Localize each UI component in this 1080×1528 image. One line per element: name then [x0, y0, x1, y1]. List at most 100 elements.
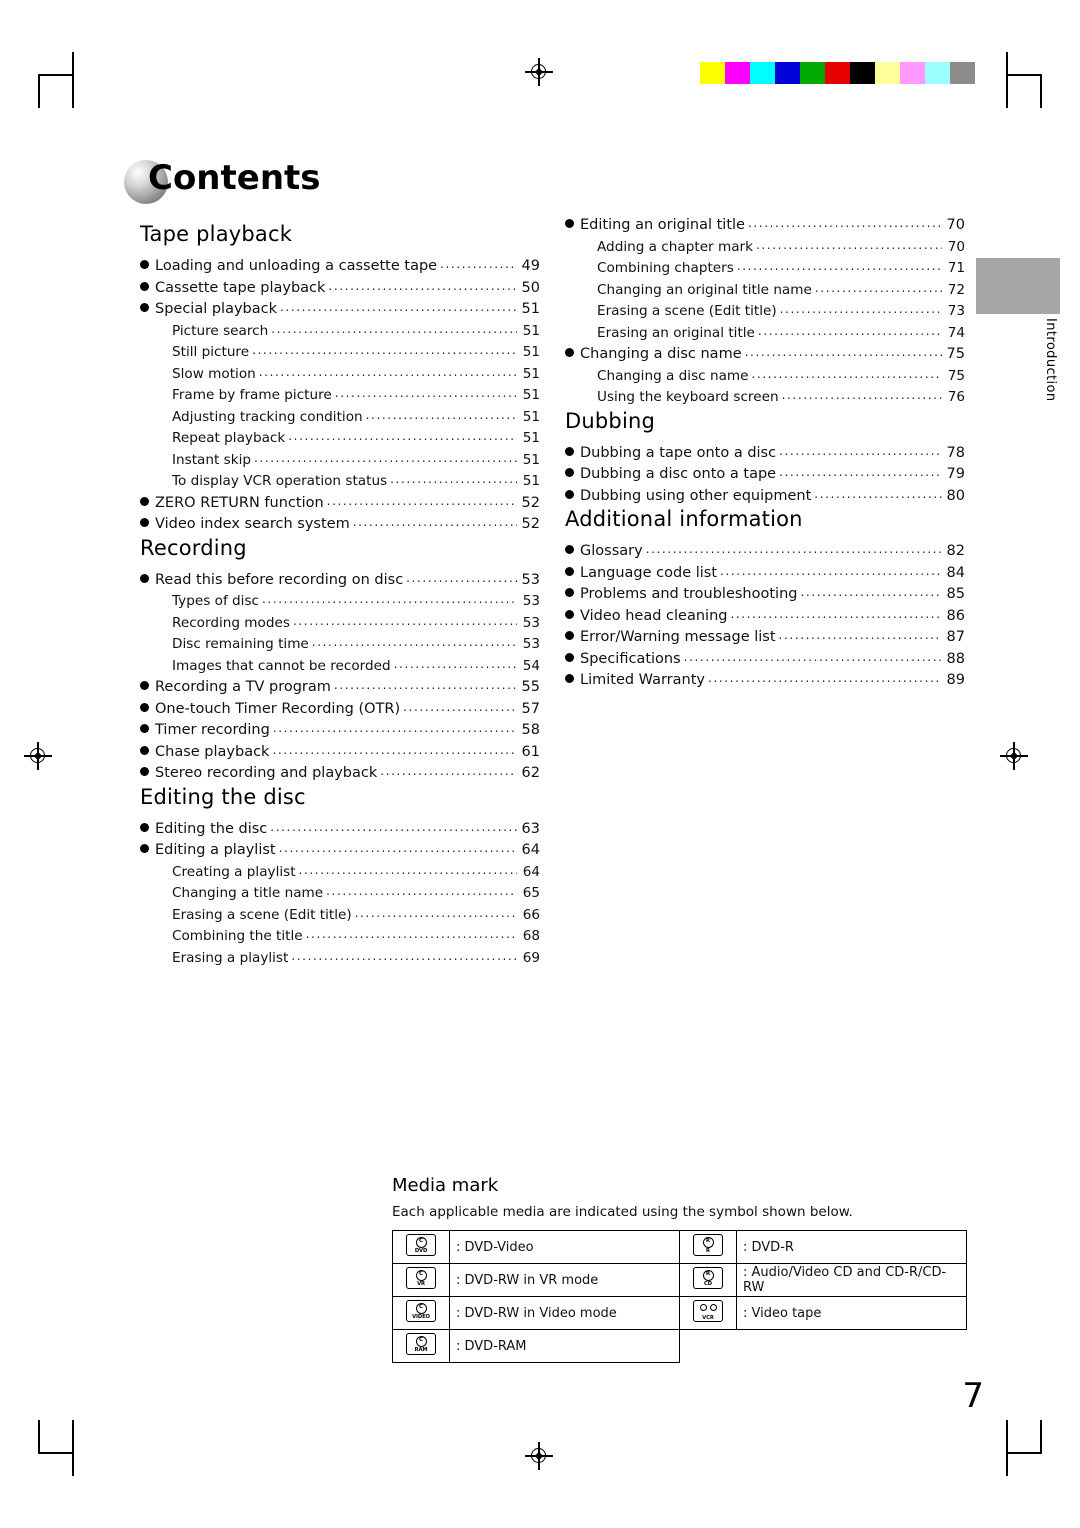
toc-entry[interactable]: Specifications..........................… — [565, 649, 965, 671]
toc-entry[interactable]: Glossary................................… — [565, 541, 965, 563]
toc-entry[interactable]: Dubbing using other equipment...........… — [565, 486, 965, 508]
toc-entry[interactable]: Recording modes.........................… — [140, 613, 540, 635]
toc-entry[interactable]: ZERO RETURN function....................… — [140, 493, 540, 515]
toc-entry[interactable]: Video index search system...............… — [140, 514, 540, 536]
bullet-icon — [140, 681, 149, 690]
media-icon-top-label: R — [702, 1236, 714, 1248]
media-label-cell: : DVD-RW in Video mode — [449, 1296, 680, 1330]
toc-entry[interactable]: Erasing a playlist......................… — [140, 948, 540, 970]
toc-section-heading: Editing the disc — [140, 784, 306, 809]
disc-circle-icon: C — [407, 1302, 435, 1314]
toc-entry-page: 84 — [946, 564, 965, 581]
toc-leader-dots: ........................................… — [800, 585, 942, 599]
toc-entry[interactable]: Error/Warning message list..............… — [565, 627, 965, 649]
media-icon-label: VCR — [702, 1314, 714, 1321]
toc-entry-label: Loading and unloading a cassette tape — [155, 258, 438, 274]
toc-entry[interactable]: Picture search..........................… — [140, 321, 540, 343]
bullet-icon — [565, 489, 574, 499]
toc-entry[interactable]: Language code list......................… — [565, 563, 965, 585]
toc-entry[interactable]: Dubbing a tape onto a disc..............… — [565, 443, 965, 465]
disc-circle-icon: C — [407, 1335, 435, 1347]
toc-entry-label: Video index search system — [155, 516, 350, 532]
toc-entry[interactable]: Adding a chapter mark...................… — [565, 237, 965, 259]
toc-entry[interactable]: Limited Warranty........................… — [565, 670, 965, 692]
toc-entry[interactable]: Combining the title.....................… — [140, 926, 540, 948]
toc-entry[interactable]: Editing a playlist......................… — [140, 840, 540, 862]
toc-entry-page: 51 — [522, 408, 540, 425]
toc-entry-label: Read this before recording on disc — [155, 571, 404, 588]
toc-entry[interactable]: Problems and troubleshooting............… — [565, 584, 965, 606]
toc-entry-label: Stereo recording and playback — [155, 765, 378, 781]
toc-entry[interactable]: Types of disc...........................… — [140, 591, 540, 613]
media-label-cell: : Audio/Video CD and CD-R/CD-RW — [736, 1263, 967, 1297]
toc-entry[interactable]: Frame by frame picture..................… — [140, 385, 540, 407]
toc-entry-page: 61 — [521, 743, 540, 760]
toc-entry[interactable]: Recording a TV program..................… — [140, 677, 540, 699]
toc-entry-label: Dubbing a tape onto a disc — [580, 444, 777, 461]
toc-entry-page: 52 — [521, 516, 540, 532]
toc-leader-dots: ........................................… — [333, 678, 517, 692]
toc-entry[interactable]: Repeat playback.........................… — [140, 428, 540, 450]
toc-entry[interactable]: Changing a title name...................… — [140, 883, 540, 905]
toc-entry[interactable]: To display VCR operation status.........… — [140, 471, 540, 493]
toc-entry-page: 53 — [522, 593, 540, 609]
toc-entry[interactable]: Erasing a scene (Edit title)............… — [565, 301, 965, 323]
media-label-cell: : DVD-RAM — [449, 1329, 680, 1363]
media-mark-description: Each applicable media are indicated usin… — [392, 1204, 853, 1220]
media-mark-table: C DVD: DVD-Video R R: DVD-R C VR: DVD-RW in V… — [392, 1230, 967, 1363]
toc-entry-label: Specifications — [580, 650, 681, 667]
toc-entry[interactable]: Erasing an original title...............… — [565, 323, 965, 345]
toc-entry-label: Editing the disc — [155, 820, 268, 837]
disc-circle-icon: R — [694, 1269, 722, 1281]
toc-entry[interactable]: Video head cleaning.....................… — [565, 606, 965, 628]
toc-entry[interactable]: Stereo recording and playback...........… — [140, 763, 540, 785]
toc-entry[interactable]: Dubbing a disc onto a tape..............… — [565, 464, 965, 486]
toc-leader-dots: ........................................… — [298, 862, 517, 877]
toc-leader-dots: ........................................… — [352, 515, 517, 529]
toc-entry[interactable]: Instant skip............................… — [140, 450, 540, 472]
toc-entry-label: To display VCR operation status — [172, 473, 388, 489]
toc-entry-page: 71 — [947, 260, 965, 276]
toc-leader-dots: ........................................… — [252, 343, 517, 357]
empty-cell — [737, 1330, 967, 1363]
toc-entry-page: 75 — [946, 346, 965, 362]
toc-entry[interactable]: Editing an original title...............… — [565, 215, 965, 237]
toc-entry[interactable]: Cassette tape playback..................… — [140, 278, 540, 300]
toc-entry[interactable]: Special playback........................… — [140, 299, 540, 321]
toc-entry[interactable]: Changing an original title name.........… — [565, 280, 965, 302]
toc-entry[interactable]: Adjusting tracking condition............… — [140, 407, 540, 429]
toc-entry[interactable]: Editing the disc........................… — [140, 819, 540, 841]
toc-entry-page: 78 — [946, 444, 965, 461]
toc-leader-dots: ........................................… — [814, 486, 942, 501]
toc-entry[interactable]: Read this before recording on disc......… — [140, 570, 540, 592]
toc-entry[interactable]: Still picture...........................… — [140, 342, 540, 364]
toc-leader-dots: ........................................… — [288, 429, 517, 443]
toc-entry-page: 63 — [521, 820, 540, 837]
toc-entry[interactable]: Changing a disc name....................… — [565, 366, 965, 388]
tape-reels-icon — [694, 1304, 722, 1311]
toc-entry[interactable]: Erasing a scene (Edit title)............… — [140, 905, 540, 927]
toc-entry[interactable]: One-touch Timer Recording (OTR).........… — [140, 699, 540, 721]
toc-leader-dots: ........................................… — [751, 366, 942, 381]
toc-entry-page: 74 — [947, 324, 965, 341]
bullet-icon — [565, 588, 574, 597]
toc-entry[interactable]: Slow motion.............................… — [140, 364, 540, 386]
toc-leader-dots: ........................................… — [272, 721, 517, 735]
toc-entry[interactable]: Disc remaining time.....................… — [140, 634, 540, 656]
toc-entry[interactable]: Loading and unloading a cassette tape...… — [140, 256, 540, 278]
toc-leader-dots: ........................................… — [778, 628, 942, 642]
toc-entry[interactable]: Chase playback..........................… — [140, 742, 540, 764]
audio-video-cd-icon: R CD — [693, 1267, 723, 1289]
media-mark-heading: Media mark — [392, 1175, 499, 1196]
toc-entry-label: Combining chapters — [597, 260, 734, 276]
toc-entry[interactable]: Creating a playlist.....................… — [140, 862, 540, 884]
toc-entry[interactable]: Changing a disc name....................… — [565, 344, 965, 366]
toc-entry-page: 88 — [946, 650, 965, 667]
toc-entry[interactable]: Using the keyboard screen...............… — [565, 387, 965, 409]
toc-entry[interactable]: Images that cannot be recorded..........… — [140, 656, 540, 678]
toc-entry-page: 51 — [522, 387, 540, 403]
media-mark-section: Media mark Each applicable media are ind… — [392, 1175, 972, 1363]
toc-entry[interactable]: Combining chapters......................… — [565, 258, 965, 280]
toc-entry-page: 51 — [522, 365, 540, 382]
toc-entry[interactable]: Timer recording.........................… — [140, 720, 540, 742]
